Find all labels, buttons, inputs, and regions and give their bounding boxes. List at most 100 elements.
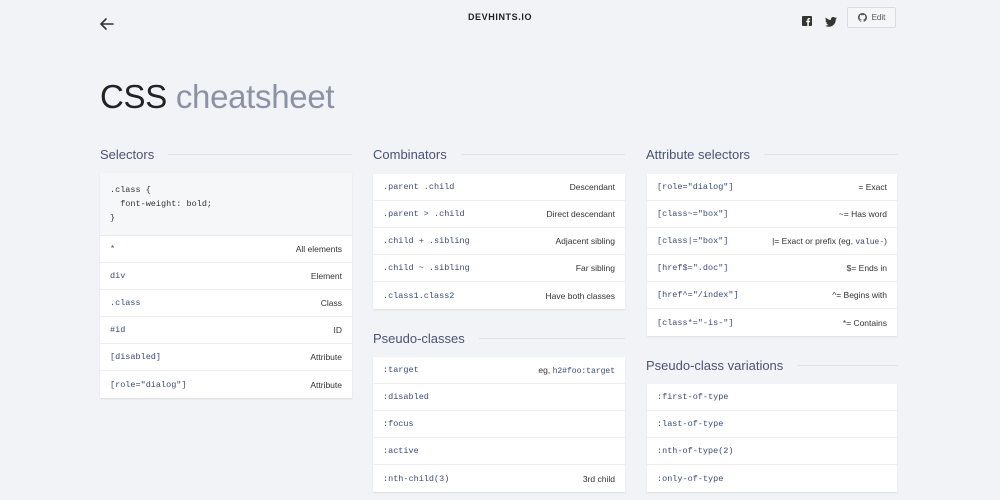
- table-row: .class Class: [100, 290, 352, 317]
- table-row: .parent > .child Direct descendant: [373, 201, 625, 228]
- table-row: [href$=".doc"] $= Ends in: [647, 255, 897, 282]
- desc-prefix: eg,: [538, 364, 551, 375]
- selector-desc: Element: [310, 271, 342, 281]
- variation-code: :only-of-type: [657, 473, 724, 484]
- combinator-code: .parent > .child: [383, 209, 465, 219]
- table-row: [disabled] Attribute: [100, 344, 352, 371]
- desc-suffix: ): [884, 235, 887, 246]
- table-row: #id ID: [100, 317, 352, 344]
- page-title: CSS cheatsheet: [100, 78, 335, 116]
- table-row: :only-of-type: [647, 465, 897, 492]
- table-row: :active: [373, 438, 625, 465]
- table-row: :nth-of-type(2): [647, 438, 897, 465]
- heading-rule: [764, 153, 898, 155]
- section-heading-text: Pseudo-class variations: [646, 357, 784, 373]
- pseudo-classes-card: :target eg, h2#foo:target :disabled :foc…: [373, 357, 625, 492]
- selector-code: .class: [110, 298, 141, 308]
- combinator-code: .child + .sibling: [383, 236, 470, 246]
- table-row: [class*="-is-"] *= Contains: [647, 309, 897, 336]
- section-heading-text: Selectors: [100, 146, 155, 162]
- combinator-desc: Adjacent sibling: [555, 236, 615, 246]
- table-row: .child ~ .sibling Far sibling: [373, 255, 625, 282]
- twitter-icon: [825, 17, 837, 27]
- attr-code: [class*="-is-"]: [657, 317, 734, 328]
- edit-button[interactable]: Edit: [847, 7, 896, 28]
- attr-code: [href$=".doc"]: [657, 263, 729, 273]
- attr-code: [href^="/index"]: [657, 290, 739, 300]
- heading-rule: [460, 153, 625, 155]
- selector-code: [role="dialog"]: [110, 379, 187, 390]
- variation-code: :first-of-type: [657, 392, 729, 402]
- table-row: * All elements: [100, 236, 352, 263]
- attribute-selectors-card: [role="dialog"] = Exact [class~="box"] ~…: [647, 174, 897, 336]
- selectors-card: .class { font-weight: bold; } * All elem…: [100, 173, 352, 398]
- combinator-code: .parent .child: [383, 182, 455, 192]
- table-row: .class1.class2 Have both classes: [373, 282, 625, 309]
- table-row: :first-of-type: [647, 384, 897, 411]
- section-heading-text: Combinators: [373, 146, 447, 162]
- github-icon: [857, 13, 867, 22]
- code-example: .class { font-weight: bold; }: [100, 173, 352, 236]
- heading-rule: [478, 337, 625, 339]
- table-row: :disabled: [373, 384, 625, 411]
- pseudo-class-desc: eg, h2#foo:target: [538, 365, 615, 376]
- selector-desc: Class: [320, 298, 342, 308]
- combinator-code: .class1.class2: [383, 290, 455, 301]
- section-heading-combinators: Combinators: [373, 146, 625, 162]
- section-heading-pseudo-classes: Pseudo-classes: [373, 330, 625, 346]
- variation-code: :nth-of-type(2): [657, 446, 734, 456]
- attr-code: [class~="box"]: [657, 209, 729, 219]
- desc-code: h2#foo:target: [552, 366, 615, 376]
- section-heading-selectors: Selectors: [100, 146, 352, 162]
- section-heading-text: Attribute selectors: [646, 146, 751, 162]
- combinator-desc: Direct descendant: [546, 209, 615, 219]
- selector-code: #id: [110, 325, 126, 335]
- attr-code: [role="dialog"]: [657, 182, 734, 192]
- twitter-share-button[interactable]: [825, 14, 837, 27]
- section-heading-pseudo-class-variations: Pseudo-class variations: [646, 357, 898, 373]
- desc-code: value-: [855, 237, 885, 247]
- table-row: [role="dialog"] = Exact: [647, 174, 897, 201]
- selector-desc: All elements: [295, 244, 342, 254]
- page-title-main: CSS: [100, 78, 167, 115]
- table-row: div Element: [100, 263, 352, 290]
- table-row: :target eg, h2#foo:target: [373, 357, 625, 384]
- table-row: [class|="box"] |= Exact or prefix (eg, v…: [647, 228, 897, 255]
- pseudo-class-code: :active: [383, 446, 419, 456]
- facebook-icon: [802, 16, 812, 26]
- attr-desc: ^= Begins with: [832, 290, 887, 300]
- selector-code: *: [110, 244, 116, 254]
- table-row: .child + .sibling Adjacent sibling: [373, 228, 625, 255]
- table-row: [href^="/index"] ^= Begins with: [647, 282, 897, 309]
- pseudo-class-code: :nth-child(3): [383, 473, 450, 484]
- combinator-desc: Descendant: [569, 182, 615, 192]
- edit-label: Edit: [871, 13, 886, 22]
- top-bar: DEVHINTS.IO Edit: [0, 0, 1000, 50]
- attr-desc: ~= Has word: [838, 209, 887, 219]
- attr-code: [class|="box"]: [657, 236, 729, 246]
- table-row: [role="dialog"] Attribute: [100, 371, 352, 398]
- variation-code: :last-of-type: [657, 419, 724, 429]
- table-row: .parent .child Descendant: [373, 174, 625, 201]
- pseudo-class-code: :disabled: [383, 392, 429, 402]
- heading-rule: [797, 364, 898, 366]
- attr-desc: |= Exact or prefix (eg, value-): [772, 236, 887, 247]
- combinator-desc: Far sibling: [575, 263, 615, 273]
- table-row: [class~="box"] ~= Has word: [647, 201, 897, 228]
- combinator-desc: Have both classes: [545, 290, 615, 301]
- heading-rule: [168, 153, 352, 155]
- desc-prefix: |= Exact or prefix (eg,: [772, 235, 853, 246]
- table-row: :nth-child(3) 3rd child: [373, 465, 625, 492]
- pseudo-class-code: :focus: [383, 419, 414, 429]
- combinator-code: .child ~ .sibling: [383, 263, 470, 273]
- facebook-share-button[interactable]: [802, 13, 812, 26]
- attr-desc: *= Contains: [842, 317, 887, 328]
- table-row: :focus: [373, 411, 625, 438]
- pseudo-class-variations-card: :first-of-type :last-of-type :nth-of-typ…: [647, 384, 897, 492]
- table-row: :last-of-type: [647, 411, 897, 438]
- attr-desc: = Exact: [858, 182, 887, 192]
- selector-desc: Attribute: [310, 379, 342, 390]
- selector-desc: ID: [333, 325, 343, 335]
- attr-desc: $= Ends in: [846, 263, 887, 273]
- section-heading-attribute-selectors: Attribute selectors: [646, 146, 898, 162]
